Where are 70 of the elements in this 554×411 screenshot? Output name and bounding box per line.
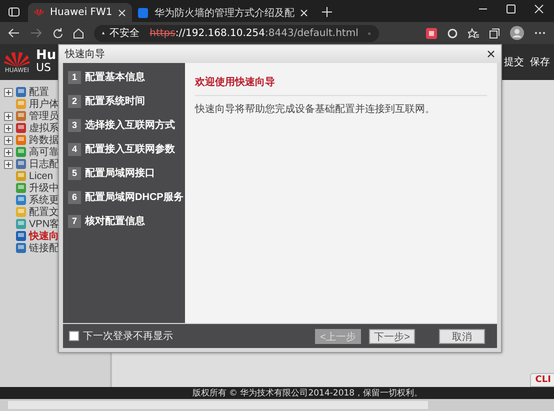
dialog-title: 快速向导 [65,48,106,61]
expand-icon[interactable] [4,148,13,156]
welcome-heading: 欢迎使用快速向导 [195,71,487,96]
header-link[interactable]: 保存 [530,55,550,69]
maximize-icon[interactable] [506,4,516,14]
step-label: 选择接入互联网方式 [85,118,175,132]
expand-icon[interactable] [4,112,13,120]
sidebar-item[interactable]: 日志配 [0,158,59,170]
sidebar-item[interactable]: 跨数据 [0,134,59,146]
welcome-description: 快速向导将帮助您完成设备基础配置并连接到互联网。 [195,102,436,116]
sidebar-item[interactable]: 虚拟系 [0,122,59,134]
checkbox-label: 下一次登录不再显示 [83,330,173,343]
address-bar[interactable]: 不安全 https://192.168.10.254:8443/default.html [94,24,379,42]
sidebar-item[interactable]: 高可靠 [0,146,59,158]
sidebar-item[interactable]: 升级中 [0,182,59,194]
profile-icon[interactable] [510,26,524,40]
favorites-icon[interactable] [468,28,479,38]
expand-icon[interactable] [4,88,13,96]
device-model: US [36,62,52,74]
step-label: 配置基本信息 [85,70,145,84]
app-title: Hu [36,50,56,62]
browser-tab[interactable]: Huawei FW1 [28,3,132,22]
collections-icon[interactable] [489,28,500,38]
site-favicon [138,8,148,18]
flower-logo-icon [4,50,30,66]
close-icon[interactable] [487,50,495,58]
step-label: 配置接入互联网参数 [85,142,175,156]
step-number: 3 [68,118,81,132]
step-number: 2 [68,94,81,108]
flower-logo-icon [34,8,44,17]
step-number: 4 [68,142,81,156]
home-icon[interactable] [73,28,84,38]
cli-tab[interactable]: CLI [530,373,554,387]
sidebar-item[interactable]: 配置文 [0,206,59,218]
sidebar-item[interactable]: 管理员 [0,110,59,122]
step-number: 5 [68,166,81,180]
sidebar-item[interactable]: 链接配 [0,242,59,254]
horizontal-scrollbar[interactable] [0,399,554,411]
sidebar-item[interactable]: 配置 [0,86,49,98]
dialog-button[interactable]: 下一步> [369,328,415,344]
step-number: 1 [68,70,81,84]
back-icon[interactable] [8,28,20,38]
step-label: 配置局域网DHCP服务 [85,190,184,204]
extension-icon[interactable] [426,28,437,38]
copyright-text: 版权所有 © 华为技术有限公司2014-2018，保留一切权利。 [192,388,422,399]
url-text: https://192.168.10.254:8443/default.html [150,28,358,38]
browser-tab[interactable]: 华为防火墙的管理方式介绍及配 [132,3,314,22]
sidebar-item[interactable]: 用户体 [0,98,59,110]
sidebar-item[interactable]: 快速向 [0,230,59,242]
tab-actions-icon [8,6,20,18]
reload-icon[interactable] [52,28,63,38]
sidebar-item[interactable]: VPN客 [0,218,60,230]
expand-icon[interactable] [4,160,13,168]
forward-icon[interactable] [30,28,42,38]
step-label: 配置系统时间 [85,94,145,108]
expand-icon[interactable] [4,124,13,132]
dialog-button[interactable]: 取消 [439,328,485,344]
security-label: 不安全 [110,26,140,40]
header-link[interactable]: 提交 [504,55,524,69]
checkbox[interactable] [69,331,79,341]
sidebar-item[interactable]: Licen [0,170,53,182]
sidebar-item[interactable]: 系统更 [0,194,59,206]
expand-icon[interactable] [4,136,13,144]
new-tab-icon[interactable] [322,7,332,17]
step-number: 7 [68,214,81,228]
step-label: 核对配置信息 [85,214,145,228]
more-icon[interactable] [534,31,546,35]
extension-icon[interactable] [447,28,458,38]
step-label: 配置局域网接口 [85,166,155,180]
step-number: 6 [68,190,81,204]
